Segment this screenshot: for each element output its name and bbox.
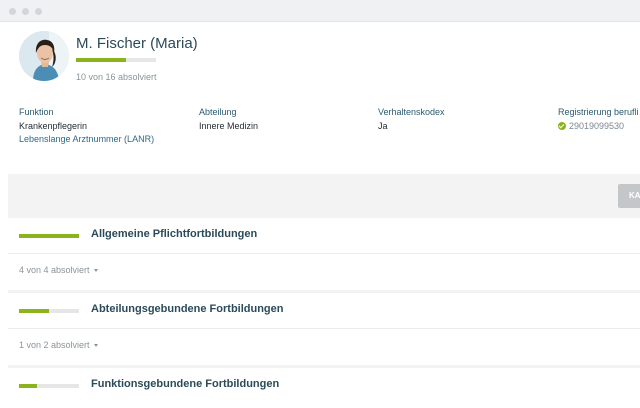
section-status-toggle[interactable]: 1 von 2 absolviert	[19, 340, 98, 350]
caret-down-icon	[93, 269, 98, 272]
lanr-link[interactable]: Lebenslange Arztnummer (LANR)	[19, 133, 154, 145]
info-registrierung: Registrierung berufli 29019099530	[558, 106, 639, 132]
section-progress-fill	[19, 234, 79, 238]
profile-name: M. Fischer (Maria)	[76, 35, 198, 52]
info-value-verhaltenskodex: Ja	[378, 121, 388, 131]
section-title: Allgemeine Pflichtfortbildungen	[91, 228, 258, 240]
section-progress-fill	[19, 309, 49, 313]
registrierung-number: 29019099530	[569, 121, 625, 131]
section-status-text: 4 von 4 absolviert	[19, 265, 90, 275]
section-progress-bar	[19, 309, 79, 313]
profile-progress-bar	[76, 58, 156, 62]
info-value-abteilung: Innere Medizin	[199, 121, 259, 131]
info-label-funktion: Funktion	[19, 107, 54, 117]
info-value-registrierung: 29019099530	[558, 120, 639, 132]
section-header[interactable]: Abteilungsgebundene Fortbildungen	[8, 293, 640, 329]
avatar	[19, 31, 69, 81]
person-photo-icon	[19, 31, 69, 81]
section-funktionsgebunden: Funktionsgebundene Fortbildungen	[8, 368, 640, 408]
check-circle-icon	[558, 122, 566, 130]
window-minimize-dot[interactable]	[22, 8, 29, 15]
caret-down-icon	[93, 344, 98, 347]
info-label-abteilung: Abteilung	[199, 107, 237, 117]
section-header[interactable]: Allgemeine Pflichtfortbildungen	[8, 218, 640, 254]
section-status-text: 1 von 2 absolviert	[19, 340, 90, 350]
info-abteilung: Abteilung Innere Medizin	[199, 106, 258, 132]
section-progress-fill	[19, 384, 37, 388]
window-close-dot[interactable]	[9, 8, 16, 15]
section-title: Funktionsgebundene Fortbildungen	[91, 378, 280, 390]
profile-progress-text: 10 von 16 absolviert	[76, 72, 157, 82]
section-header[interactable]: Funktionsgebundene Fortbildungen	[8, 368, 640, 404]
window-maximize-dot[interactable]	[35, 8, 42, 15]
main-content: M. Fischer (Maria) 10 von 16 absolviert …	[8, 22, 640, 408]
profile-card: M. Fischer (Maria) 10 von 16 absolviert …	[8, 22, 640, 174]
section-allgemeine: Allgemeine Pflichtfortbildungen 4 von 4 …	[8, 218, 640, 290]
info-label-verhaltenskodex: Verhaltenskodex	[378, 107, 445, 117]
section-abteilungsgebunden: Abteilungsgebundene Fortbildungen 1 von …	[8, 293, 640, 365]
section-progress-bar	[19, 384, 79, 388]
section-title: Abteilungsgebundene Fortbildungen	[91, 303, 284, 315]
info-funktion: Funktion Krankenpflegerin Lebenslange Ar…	[19, 106, 154, 145]
section-status-toggle[interactable]: 4 von 4 absolviert	[19, 265, 98, 275]
info-label-registrierung: Registrierung berufli	[558, 107, 639, 117]
info-verhaltenskodex: Verhaltenskodex Ja	[378, 106, 445, 132]
kat-button[interactable]: KAT	[618, 184, 640, 208]
section-progress-bar	[19, 234, 79, 238]
info-value-funktion: Krankenpflegerin	[19, 121, 88, 131]
profile-progress-fill	[76, 58, 126, 62]
window-titlebar	[0, 0, 640, 22]
